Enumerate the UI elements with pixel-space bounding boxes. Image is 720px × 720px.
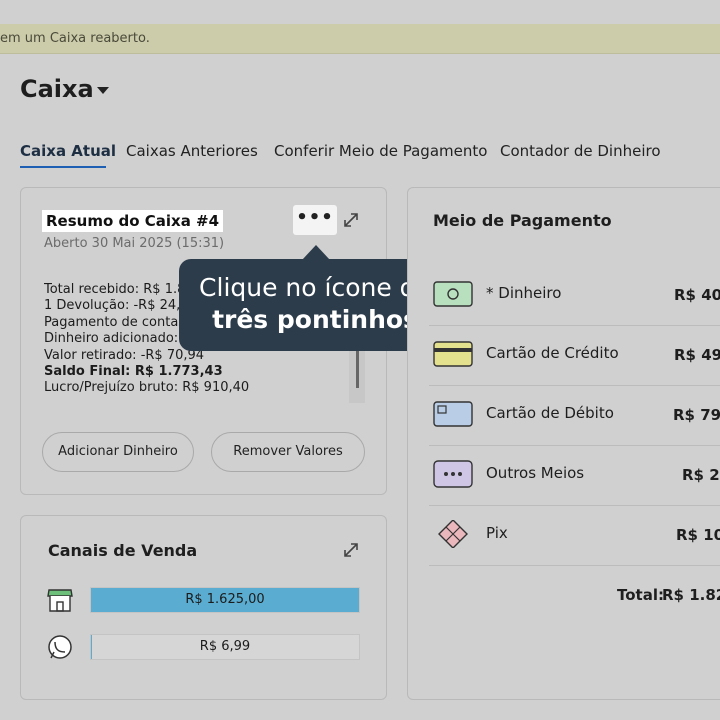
more-options-button[interactable]: ••• — [293, 205, 337, 235]
banner-text: em um Caixa reaberto. — [0, 31, 150, 46]
payment-value: R$ 796 — [673, 406, 720, 424]
payment-row: Pix R$ 107 — [429, 506, 720, 566]
total-value: R$ 1.829 — [662, 586, 720, 604]
summary-line-saldo: Saldo Final: R$ 1.773,43 — [44, 364, 223, 380]
add-money-button[interactable]: Adicionar Dinheiro — [42, 432, 194, 472]
payment-row: Cartão de Crédito R$ 499 — [429, 326, 720, 386]
active-tab-indicator — [20, 166, 106, 168]
tab-contador-dinheiro[interactable]: Contador de Dinheiro — [500, 142, 661, 160]
payment-label: Cartão de Crédito — [486, 344, 619, 362]
whatsapp-icon — [48, 635, 72, 659]
total-label: Total: — [617, 586, 664, 604]
page-title: Caixa — [20, 75, 94, 103]
channel-value: R$ 6,99 — [199, 639, 251, 654]
scrollbar-thumb[interactable] — [356, 350, 359, 388]
channels-title: Canais de Venda — [48, 541, 198, 560]
payment-value: R$ 401 — [674, 286, 720, 304]
tooltip-arrow — [302, 245, 330, 260]
payment-row: Outros Meios R$ 24 — [429, 446, 720, 506]
caret-down-icon[interactable] — [97, 87, 109, 94]
info-banner: em um Caixa reaberto. — [0, 24, 720, 54]
payments-title: Meio de Pagamento — [433, 211, 612, 230]
more-dots-icon — [433, 460, 473, 488]
tab-conferir-meio-pagamento[interactable]: Conferir Meio de Pagamento — [274, 142, 487, 160]
summary-date: Aberto 30 Mai 2025 (15:31) — [44, 236, 225, 251]
channel-value: R$ 1.625,00 — [185, 592, 265, 607]
debit-card-icon — [433, 401, 473, 427]
channel-bar-whatsapp: R$ 6,99 — [90, 634, 360, 660]
payment-label: Pix — [486, 524, 508, 542]
more-dots-icon: ••• — [296, 207, 334, 228]
expand-icon[interactable] — [342, 211, 360, 229]
tab-caixa-atual[interactable]: Caixa Atual — [20, 142, 116, 160]
remove-values-button[interactable]: Remover Valores — [211, 432, 365, 472]
payment-value: R$ 499 — [674, 346, 720, 364]
cash-icon — [433, 281, 473, 307]
payment-value: R$ 24 — [682, 466, 720, 484]
payment-row: * Dinheiro R$ 401 — [429, 266, 720, 326]
tab-caixas-anteriores[interactable]: Caixas Anteriores — [126, 142, 258, 160]
channel-bar-store: R$ 1.625,00 — [90, 587, 360, 613]
summary-line: Lucro/Prejuízo bruto: R$ 910,40 — [44, 380, 250, 396]
payment-label: Cartão de Débito — [486, 404, 614, 422]
credit-card-icon — [433, 341, 473, 367]
payment-label: Outros Meios — [486, 464, 585, 482]
storefront-icon — [47, 589, 73, 612]
expand-icon[interactable] — [342, 541, 360, 559]
payment-row: Cartão de Débito R$ 796 — [429, 386, 720, 446]
pix-icon — [438, 520, 468, 548]
payment-label: * Dinheiro — [486, 284, 562, 302]
summary-title: Resumo do Caixa #4 — [42, 210, 224, 232]
payment-value: R$ 107 — [676, 526, 720, 544]
